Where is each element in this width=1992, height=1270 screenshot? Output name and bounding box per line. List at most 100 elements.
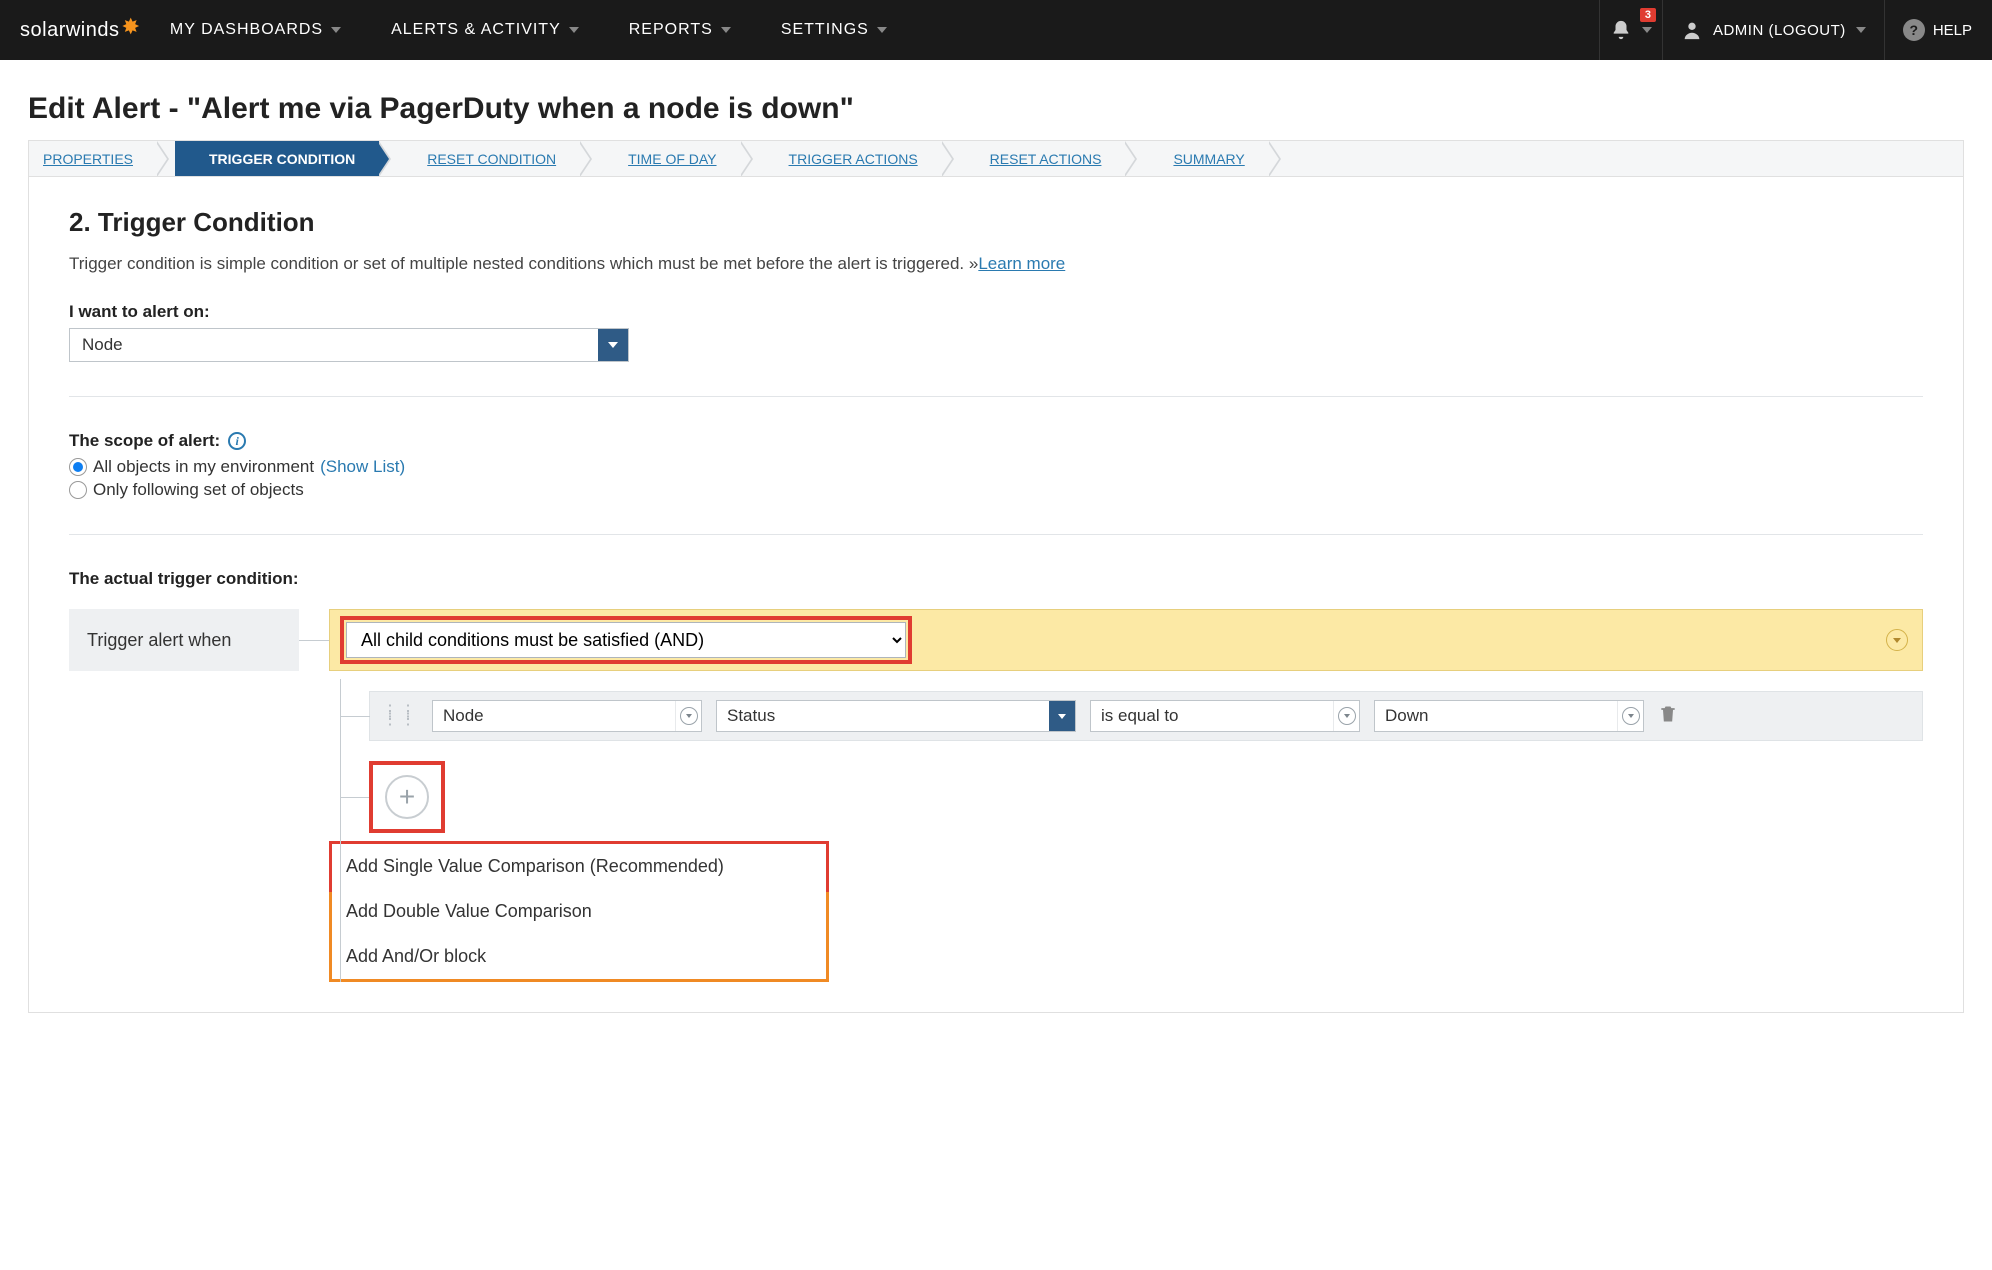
nav-reports[interactable]: REPORTS: [629, 21, 731, 39]
wizard-step-summary[interactable]: SUMMARY: [1143, 141, 1268, 176]
show-list-link[interactable]: (Show List): [320, 457, 405, 477]
dropdown-caret: [1617, 701, 1643, 731]
add-condition-button[interactable]: +: [385, 775, 429, 819]
page: Edit Alert - "Alert me via PagerDuty whe…: [0, 60, 1992, 1033]
operator-value: is equal to: [1091, 706, 1189, 726]
user-menu[interactable]: ADMIN (LOGOUT): [1681, 0, 1885, 60]
radio-icon: [69, 458, 87, 476]
wizard-step-label: TIME OF DAY: [628, 151, 716, 167]
user-label: ADMIN (LOGOUT): [1713, 22, 1846, 39]
value-value: Down: [1375, 706, 1438, 726]
condition-row: ⋮⋮⋮⋮ Node Status is equal to: [369, 691, 1923, 741]
wizard-step-trigger-condition[interactable]: TRIGGER CONDITION: [175, 141, 379, 176]
caret-down-icon: [331, 27, 341, 33]
and-group-row[interactable]: All child conditions must be satisfied (…: [329, 609, 1923, 671]
menu-add-double-value[interactable]: Add Double Value Comparison: [332, 889, 826, 934]
alert-on-label: I want to alert on:: [69, 302, 1923, 322]
highlight-frame: +: [369, 761, 445, 833]
expand-collapse-button[interactable]: [1886, 629, 1908, 651]
learn-more-link[interactable]: Learn more: [978, 254, 1065, 273]
info-icon[interactable]: i: [228, 432, 246, 450]
scope-label: The scope of alert: i: [69, 431, 1923, 451]
entity-select[interactable]: Node: [432, 700, 702, 732]
operator-select[interactable]: is equal to: [1090, 700, 1360, 732]
wizard-steps: PROPERTIES TRIGGER CONDITION RESET CONDI…: [28, 140, 1964, 176]
bell-icon: [1610, 19, 1632, 41]
nav-label: ALERTS & ACTIVITY: [391, 21, 561, 39]
wizard-step-label: TRIGGER ACTIONS: [789, 151, 918, 167]
nav-label: SETTINGS: [781, 21, 869, 39]
divider: [69, 534, 1923, 535]
caret-down-icon: [1642, 27, 1652, 33]
scope-radio-all[interactable]: All objects in my environment (Show List…: [69, 457, 1923, 477]
nav-alerts-activity[interactable]: ALERTS & ACTIVITY: [391, 21, 579, 39]
nav-label: REPORTS: [629, 21, 713, 39]
chevron-sep-icon: [1125, 141, 1143, 176]
wizard-step-label: TRIGGER CONDITION: [209, 151, 355, 167]
help-label: HELP: [1933, 22, 1972, 39]
flame-icon: ✸: [121, 14, 139, 40]
plus-icon: +: [399, 781, 415, 813]
help-button[interactable]: ? HELP: [1903, 19, 1972, 41]
nav-my-dashboards[interactable]: MY DASHBOARDS: [170, 21, 341, 39]
notification-badge: 3: [1640, 8, 1656, 22]
alert-on-select[interactable]: Node: [69, 328, 629, 362]
wizard-step-reset-actions[interactable]: RESET ACTIONS: [960, 141, 1126, 176]
scope-radio-only[interactable]: Only following set of objects: [69, 480, 1923, 500]
connector-line: [299, 609, 329, 671]
chevron-sep-icon: [741, 141, 759, 176]
scope-label-text: The scope of alert:: [69, 431, 220, 451]
group-mode-select[interactable]: All child conditions must be satisfied (…: [346, 622, 906, 658]
chevron-sep-icon: [1269, 141, 1287, 176]
nav-settings[interactable]: SETTINGS: [781, 21, 887, 39]
chevron-down-icon: [1338, 707, 1356, 725]
divider: [69, 396, 1923, 397]
drag-handle-icon[interactable]: ⋮⋮⋮⋮: [382, 708, 418, 724]
page-title: Edit Alert - "Alert me via PagerDuty whe…: [28, 92, 1964, 126]
nav-items: MY DASHBOARDS ALERTS & ACTIVITY REPORTS …: [170, 21, 1599, 39]
notifications-button[interactable]: 3: [1599, 0, 1663, 60]
user-icon: [1681, 19, 1703, 41]
logo[interactable]: solarwinds ✸: [20, 17, 140, 43]
field-value: Status: [717, 706, 785, 726]
wizard-step-label: PROPERTIES: [43, 151, 133, 167]
wizard-step-time-of-day[interactable]: TIME OF DAY: [598, 141, 740, 176]
radio-icon: [69, 481, 87, 499]
chevron-sep-icon: [157, 141, 175, 176]
alert-on-value: Node: [70, 329, 598, 361]
trigger-cond-label: The actual trigger condition:: [69, 569, 1923, 589]
dropdown-button[interactable]: [598, 329, 628, 361]
wizard-step-label: RESET ACTIONS: [990, 151, 1102, 167]
dropdown-caret: [675, 701, 701, 731]
caret-down-icon: [721, 27, 731, 33]
wizard-step-reset-condition[interactable]: RESET CONDITION: [397, 141, 580, 176]
nav-right: 3 ADMIN (LOGOUT) ? HELP: [1599, 0, 1972, 60]
content-panel: 2. Trigger Condition Trigger condition i…: [28, 176, 1964, 1013]
wizard-step-label: SUMMARY: [1173, 151, 1244, 167]
nav-label: MY DASHBOARDS: [170, 21, 323, 39]
chevron-down-icon: [680, 707, 698, 725]
top-nav: solarwinds ✸ MY DASHBOARDS ALERTS & ACTI…: [0, 0, 1992, 60]
field-select[interactable]: Status: [716, 700, 1076, 732]
menu-add-and-or-block[interactable]: Add And/Or block: [332, 934, 826, 979]
wizard-step-trigger-actions[interactable]: TRIGGER ACTIONS: [759, 141, 942, 176]
section-heading: 2. Trigger Condition: [69, 207, 1923, 238]
add-condition-area: +: [369, 761, 1923, 833]
chevron-down-icon: [1622, 707, 1640, 725]
caret-down-icon: [1856, 27, 1866, 33]
add-condition-menu: Add Single Value Comparison (Recommended…: [329, 841, 829, 982]
help-icon: ?: [1903, 19, 1925, 41]
caret-down-icon: [569, 27, 579, 33]
menu-add-single-value[interactable]: Add Single Value Comparison (Recommended…: [329, 841, 829, 892]
chevron-sep-icon: [580, 141, 598, 176]
condition-tree: ⋮⋮⋮⋮ Node Status is equal to: [329, 691, 1923, 982]
logo-text: solarwinds: [20, 19, 119, 42]
desc-text: Trigger condition is simple condition or…: [69, 254, 978, 273]
radio-label: All objects in my environment: [93, 457, 314, 477]
delete-row-button[interactable]: [1658, 704, 1678, 729]
wizard-step-properties[interactable]: PROPERTIES: [29, 141, 157, 176]
chevron-sep-icon: [942, 141, 960, 176]
tree-line: [340, 679, 341, 982]
value-select[interactable]: Down: [1374, 700, 1644, 732]
section-description: Trigger condition is simple condition or…: [69, 254, 1923, 274]
